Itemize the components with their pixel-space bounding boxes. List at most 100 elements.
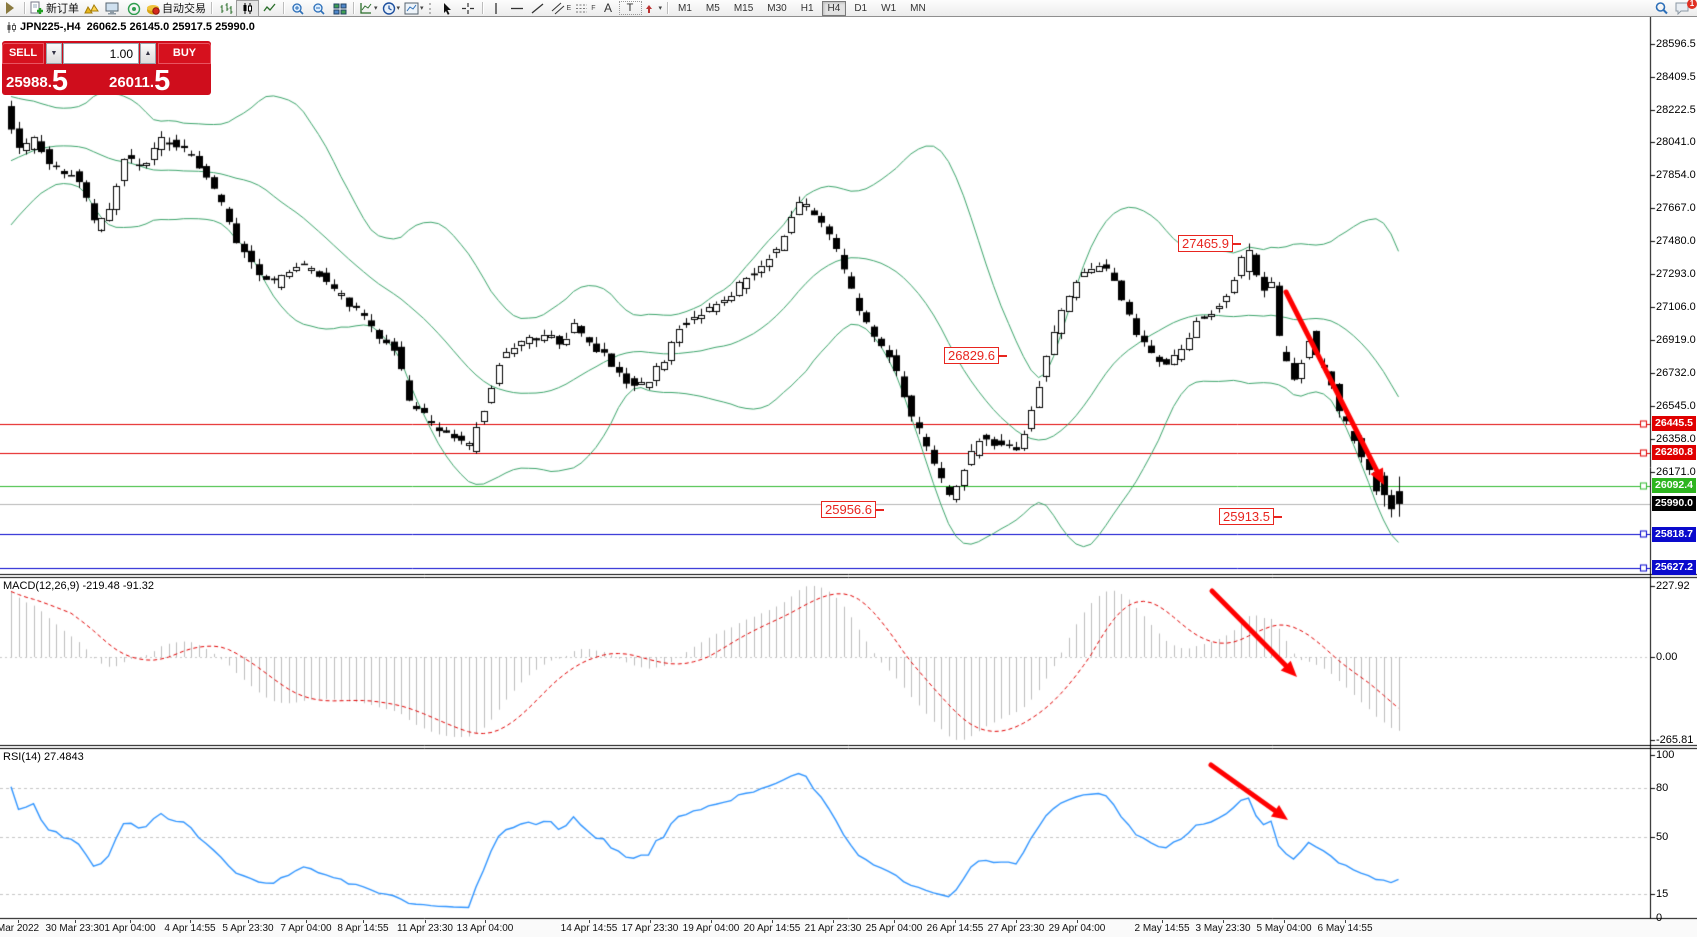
vertical-line-tool-button[interactable] [486, 1, 507, 16]
arrows-tool-button[interactable]: ▾ [642, 1, 665, 16]
channel-tool-button[interactable]: E [549, 1, 574, 16]
time-axis-label: 26 Apr 14:55 [927, 923, 984, 934]
notifications-button[interactable]: 1 [1672, 1, 1693, 16]
auto-trading-button[interactable]: 自动交易 [144, 1, 208, 16]
line-chart-icon [263, 2, 277, 15]
buy-price-display[interactable]: 26011.5 [105, 66, 211, 95]
timeframe-button-m1[interactable]: M1 [672, 1, 698, 16]
time-axis-label: 6 May 14:55 [1317, 923, 1372, 934]
volume-decrease-button[interactable]: ▼ [46, 43, 62, 64]
time-axis-label: 20 Apr 14:55 [744, 923, 801, 934]
time-axis-label: 7 Apr 04:00 [280, 923, 331, 934]
buy-button[interactable]: BUY [158, 43, 211, 64]
timeframe-button-m15[interactable]: M15 [728, 1, 759, 16]
fibonacci-tool-button[interactable]: F [573, 1, 597, 16]
templates-button[interactable]: ▾ [402, 1, 426, 16]
timeframe-button-h4[interactable]: H4 [822, 1, 847, 16]
time-axis-label: 8 Apr 14:55 [337, 923, 388, 934]
sell-button[interactable]: SELL [2, 43, 44, 64]
mt4-terminal: 新订单 自动交易 ▾ ▾ ▾ [0, 0, 1697, 937]
price-callout[interactable]: 25956.6 [821, 501, 876, 518]
search-icon [1654, 1, 1669, 15]
time-axis-label: 27 Apr 23:30 [988, 923, 1045, 934]
time-axis-label: 30 Mar 23:30 [46, 923, 105, 934]
timeframe-button-d1[interactable]: D1 [848, 1, 873, 16]
callout-connector [1274, 516, 1282, 518]
horizontal-line-tool-button[interactable] [507, 1, 528, 16]
text-label-tool-button[interactable]: T [619, 1, 642, 15]
sell-price-main: 25988 [6, 71, 48, 95]
price-chart-canvas[interactable] [0, 17, 1697, 920]
one-click-trading-panel: SELL ▼ ▲ BUY 25988.5 26011.5 [2, 41, 211, 95]
periods-button[interactable]: ▾ [380, 1, 403, 16]
price-callout[interactable]: 26829.6 [944, 347, 999, 364]
toolbar-separator [353, 2, 354, 14]
indicators-button[interactable]: ▾ [357, 1, 380, 16]
time-axis-label: 11 Apr 23:30 [397, 923, 453, 934]
bar-chart-button[interactable] [215, 1, 236, 16]
candlestick-chart-icon [241, 2, 254, 15]
chart-title-text: JPN225-,H4 26062.5 26145.0 25917.5 25990… [20, 21, 255, 33]
macd-label: MACD(12,26,9) -219.48 -91.32 [3, 580, 154, 592]
clipped-edge-icon [0, 1, 21, 16]
toolbar-separator [667, 2, 668, 14]
timeframe-button-w1[interactable]: W1 [875, 1, 902, 16]
buy-price-main: 26011 [109, 71, 150, 95]
line-chart-button[interactable] [259, 1, 280, 16]
toolbar-separator [283, 2, 284, 14]
text-tool-button[interactable]: A [598, 1, 619, 16]
time-axis-label: 19 Apr 04:00 [683, 923, 740, 934]
indicators-icon [359, 2, 373, 15]
time-axis-label: 2 May 14:55 [1134, 923, 1189, 934]
toolbar-separator [482, 2, 483, 14]
time-axis[interactable]: Mar 202230 Mar 23:301 Apr 04:004 Apr 14:… [0, 920, 1697, 937]
buy-price-pip: 5 [154, 68, 170, 95]
price-callout[interactable]: 27465.9 [1178, 235, 1233, 252]
cursor-tool-button[interactable] [437, 1, 458, 16]
zoom-in-button[interactable] [287, 1, 308, 16]
vertical-line-icon [491, 2, 501, 15]
candlestick-chart-button[interactable] [236, 0, 259, 17]
sell-price-display[interactable]: 25988.5 [2, 66, 99, 95]
gold-symbol-button[interactable] [81, 1, 102, 16]
timeframe-button-mn[interactable]: MN [904, 1, 932, 16]
sell-price-pip: 5 [52, 68, 68, 95]
volume-increase-button[interactable]: ▲ [140, 43, 156, 64]
toolbar-grip[interactable] [429, 3, 434, 14]
search-button[interactable] [1651, 1, 1672, 16]
timeframe-button-m30[interactable]: M30 [761, 1, 792, 16]
callout-connector [1233, 243, 1241, 245]
signal-icon [127, 2, 141, 15]
zoom-out-icon [312, 2, 326, 15]
zoom-in-icon [291, 2, 305, 15]
horizontal-line-icon [510, 2, 524, 15]
clock-icon [382, 2, 396, 15]
gold-icon [84, 2, 99, 15]
timeframe-toolbar: M1M5M15M30H1H4D1W1MN [671, 1, 933, 16]
terminal-button[interactable] [102, 1, 123, 16]
price-callout[interactable]: 25913.5 [1219, 508, 1274, 525]
timeframe-button-h1[interactable]: H1 [795, 1, 820, 16]
new-order-icon [30, 1, 44, 15]
time-axis-label: 3 May 23:30 [1195, 923, 1250, 934]
crosshair-tool-button[interactable] [458, 1, 479, 16]
dropdown-arrow-icon: ▾ [420, 4, 424, 12]
notification-count-badge: 1 [1687, 0, 1697, 9]
auto-trading-label: 自动交易 [162, 0, 206, 16]
toolbar-right-group: 1 [1651, 1, 1693, 16]
dropdown-arrow-icon: ▾ [397, 4, 401, 12]
volume-input[interactable] [63, 43, 139, 64]
template-icon [404, 2, 419, 15]
toolbar-separator [211, 2, 212, 14]
time-axis-label: 25 Apr 04:00 [866, 923, 923, 934]
tile-windows-button[interactable] [329, 1, 350, 16]
time-axis-label: 21 Apr 23:30 [805, 923, 862, 934]
cursor-icon [441, 2, 453, 15]
zoom-out-button[interactable] [308, 1, 329, 16]
trendline-tool-button[interactable] [528, 1, 549, 16]
new-order-button[interactable]: 新订单 [28, 1, 81, 16]
timeframe-button-m5[interactable]: M5 [700, 1, 726, 16]
time-axis-label: 13 Apr 04:00 [457, 923, 514, 934]
channel-sub-label: E [567, 5, 572, 12]
signals-button[interactable] [123, 1, 144, 16]
